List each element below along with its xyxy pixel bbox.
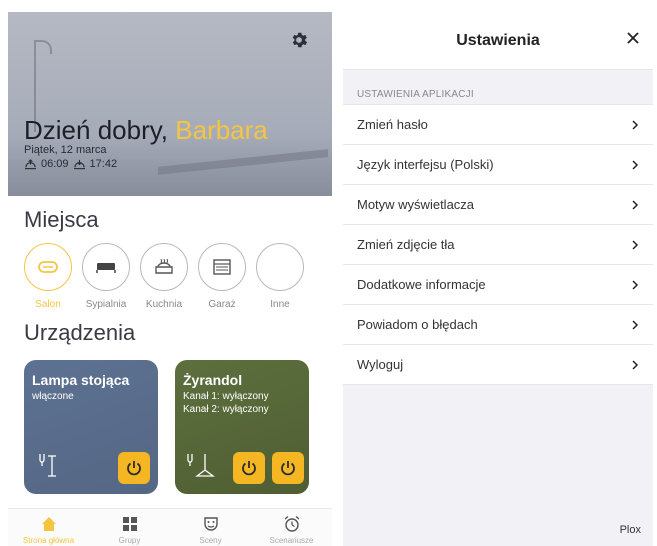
place-salon[interactable]: Salon (24, 243, 72, 310)
page-title: Ustawienia (456, 32, 540, 49)
footer-brand: Plox (619, 524, 641, 536)
settings-item-logout[interactable]: Wyloguj (343, 345, 653, 385)
close-icon[interactable] (625, 30, 641, 46)
device-status: Kanał 1: wyłączony Kanał 2: wyłączony (183, 391, 269, 415)
place-label: Sypialnia (85, 299, 127, 310)
greeting: Dzień dobry, Barbara (24, 115, 268, 146)
place-label: Kuchnia (145, 299, 183, 310)
places-title: Miejsca (24, 207, 99, 232)
settings-item-label: Zmień hasło (357, 117, 428, 132)
sun-times: 06:09 17:42 (24, 158, 117, 170)
place-garaz[interactable]: Garaż (198, 243, 246, 310)
gear-icon[interactable] (289, 30, 309, 50)
settings-item-report-bugs[interactable]: Powiadom o błędach (343, 305, 653, 345)
sunrise-icon (25, 158, 36, 169)
chevron-right-icon (632, 159, 639, 170)
settings-item-label: Dodatkowe informacje (357, 277, 486, 292)
device-name: Żyrandol (183, 372, 243, 388)
settings-item-additional-info[interactable]: Dodatkowe informacje (343, 265, 653, 305)
settings-list: Zmień hasło Język interfejsu (Polski) Mo… (343, 104, 653, 385)
place-kuchnia[interactable]: Kuchnia (140, 243, 188, 310)
settings-item-label: Wyloguj (357, 357, 404, 372)
tab-scenarios[interactable]: Scenariusze (251, 509, 332, 546)
chevron-right-icon (632, 119, 639, 130)
settings-screen: Ustawienia USTAWIENIA APLIKACJI Zmień ha… (343, 12, 653, 546)
greeting-prefix: Dzień dobry, (24, 115, 169, 145)
tab-label: Grupy (118, 536, 141, 545)
power-button-channel-2[interactable] (272, 452, 304, 484)
tab-label: Strona główna (22, 536, 75, 545)
device-card-lampa[interactable]: Lampa stojąca włączone (24, 360, 158, 494)
settings-item-change-password[interactable]: Zmień hasło (343, 105, 653, 145)
chandelier-icon (187, 454, 215, 477)
place-inne[interactable]: Inne (256, 243, 304, 310)
tab-groups[interactable]: Grupy (89, 509, 170, 546)
chevron-right-icon (632, 319, 639, 330)
bottom-tab-bar: Strona główna Grupy Sceny Scenariusze (8, 508, 332, 546)
masks-icon (203, 517, 218, 531)
user-name: Barbara (175, 115, 268, 145)
settings-item-display-theme[interactable]: Motyw wyświetlacza (343, 185, 653, 225)
chevron-right-icon (632, 359, 639, 370)
settings-item-label: Język interfejsu (Polski) (357, 157, 494, 172)
alarm-clock-icon (284, 515, 299, 532)
chevron-right-icon (632, 239, 639, 250)
device-card-zyrandol[interactable]: Żyrandol Kanał 1: wyłączony Kanał 2: wył… (175, 360, 309, 494)
settings-item-label: Motyw wyświetlacza (357, 197, 475, 212)
sunset-icon (73, 159, 85, 169)
street-lamp-arm (34, 40, 52, 54)
header-background-photo: Dzień dobry, Barbara Piątek, 12 marca 06… (8, 12, 332, 196)
settings-item-language[interactable]: Język interfejsu (Polski) (343, 145, 653, 185)
tab-home[interactable]: Strona główna (8, 509, 89, 546)
settings-item-label: Powiadom o błędach (357, 317, 478, 332)
place-label: Inne (270, 299, 290, 310)
home-screen: Dzień dobry, Barbara Piątek, 12 marca 06… (8, 12, 332, 546)
tab-label: Sceny (199, 536, 222, 545)
power-button[interactable] (118, 452, 150, 484)
chevron-right-icon (632, 279, 639, 290)
pot-icon (155, 258, 173, 274)
device-name: Lampa stojąca (32, 372, 130, 388)
places-list: Salon Sypialnia Kuchnia Garaż Inne (24, 243, 304, 310)
place-label: Garaż (208, 299, 236, 310)
devices-title: Urządzenia (24, 320, 136, 345)
garage-icon (213, 259, 231, 275)
tab-scenes[interactable]: Sceny (170, 509, 251, 546)
settings-header: Ustawienia (343, 12, 653, 70)
settings-group-label: USTAWIENIA APLIKACJI (357, 89, 474, 100)
sofa-icon (38, 261, 58, 273)
power-icon (242, 461, 256, 476)
bed-icon (96, 263, 116, 273)
device-status: włączone (32, 391, 74, 402)
power-button-channel-1[interactable] (233, 452, 265, 484)
settings-item-label: Zmień zdjęcie tła (357, 237, 455, 252)
place-sypialnia[interactable]: Sypialnia (82, 243, 130, 310)
settings-item-background-photo[interactable]: Zmień zdjęcie tła (343, 225, 653, 265)
chevron-right-icon (632, 199, 639, 210)
current-date: Piątek, 12 marca (24, 144, 107, 156)
grid-icon (122, 517, 137, 531)
power-icon (127, 461, 141, 476)
power-icon (281, 461, 295, 476)
tab-label: Scenariusze (269, 536, 314, 545)
home-icon (41, 517, 56, 531)
sunrise-time: 06:09 (41, 158, 69, 170)
floor-lamp-icon (39, 454, 56, 477)
place-label: Salon (35, 299, 61, 310)
sunset-time: 17:42 (89, 158, 118, 170)
